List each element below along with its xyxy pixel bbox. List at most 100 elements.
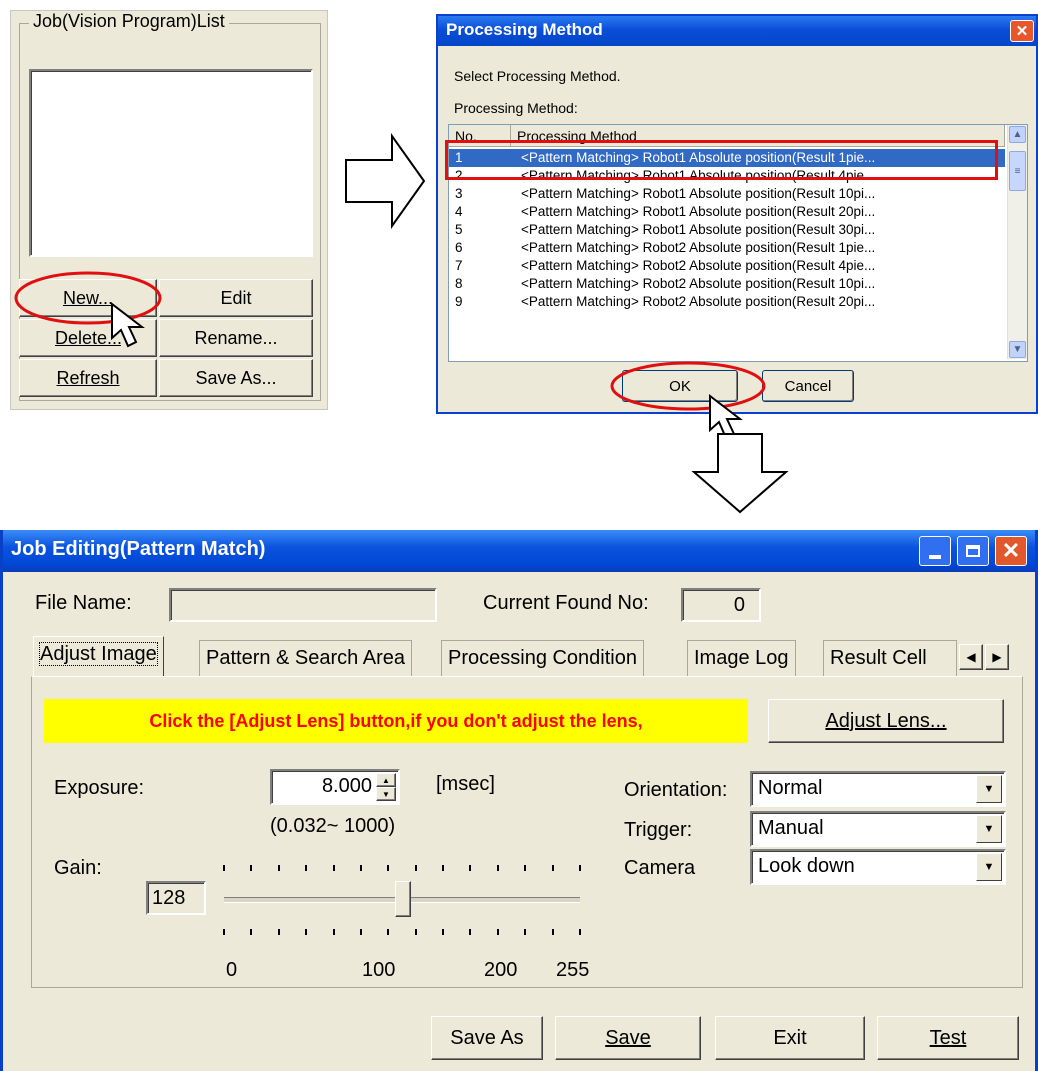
dropdown-arrow-icon[interactable]: ▼: [976, 775, 1002, 803]
spin-down-icon[interactable]: ▼: [376, 787, 396, 801]
slider-tick-bottom-13: [579, 929, 581, 935]
scroll-down-icon[interactable]: ▼: [1009, 341, 1026, 358]
list-label: Processing Method:: [454, 100, 578, 116]
exposure-range: (0.032~ 1000): [270, 815, 396, 837]
refresh-button[interactable]: Refresh: [19, 359, 157, 397]
slider-tick-top-10: [496, 865, 499, 871]
job-list-panel: Job(Vision Program)List New... Edit Dele…: [10, 10, 328, 410]
orientation-label: Orientation:: [624, 779, 728, 801]
edit-button[interactable]: Edit: [159, 279, 313, 317]
current-found-label: Current Found No:: [483, 592, 649, 614]
dropdown-arrow-icon[interactable]: ▼: [976, 853, 1002, 881]
list-row-7[interactable]: 7 <Pattern Matching> Robot2 Absolute posi…: [449, 257, 1005, 275]
slider-tick-top-0: [223, 865, 225, 871]
file-name-field[interactable]: [169, 588, 437, 622]
tab-scroll-right-icon[interactable]: ▶: [985, 644, 1009, 670]
slider-tick-bottom-10: [496, 929, 499, 935]
highlight-box-row-1: [445, 140, 998, 180]
slider-tick-bottom-12: [551, 929, 554, 935]
trigger-dropdown[interactable]: Manual ▼: [750, 811, 1006, 847]
slider-tick-top-9: [469, 865, 472, 871]
slider-tick-top-3: [305, 865, 308, 871]
slider-tick-top-6: [387, 865, 390, 871]
orientation-dropdown[interactable]: Normal ▼: [750, 771, 1006, 807]
processing-method-dialog: Processing Method ✕ Select Processing Me…: [436, 14, 1038, 414]
tab-image-log[interactable]: Image Log: [687, 640, 796, 676]
slider-tick-bottom-4: [332, 929, 335, 935]
gain-slider[interactable]: [218, 859, 588, 949]
list-row-5[interactable]: 5 <Pattern Matching> Robot1 Absolute posi…: [449, 221, 1005, 239]
scale-label-200: 200: [484, 959, 518, 981]
gain-label: Gain:: [54, 857, 102, 879]
exposure-label: Exposure:: [54, 777, 145, 799]
slider-tick-top-1: [250, 865, 253, 871]
slider-tick-bottom-2: [277, 929, 280, 935]
list-row-4[interactable]: 4 <Pattern Matching> Robot1 Absolute posi…: [449, 203, 1005, 221]
pointer-cursor-icon: [111, 301, 145, 348]
right-arrow-icon: [345, 132, 426, 230]
list-row-3[interactable]: 3 <Pattern Matching> Robot1 Absolute posi…: [449, 185, 1005, 203]
slider-tick-top-7: [414, 865, 417, 871]
list-row-6[interactable]: 6 <Pattern Matching> Robot2 Absolute posi…: [449, 239, 1005, 257]
scale-label-255: 255: [556, 959, 590, 981]
tab-adjust-image[interactable]: Adjust Image: [33, 636, 164, 676]
tab-processing-condition[interactable]: Processing Condition: [441, 640, 644, 676]
job-listbox[interactable]: [29, 69, 313, 257]
test-button[interactable]: Test: [877, 1016, 1019, 1060]
scale-label-100: 100: [362, 959, 396, 981]
tab-result-cell[interactable]: Result Cell: [823, 640, 957, 676]
scroll-up-icon[interactable]: ▲: [1009, 126, 1026, 143]
listview-scrollbar[interactable]: ▲ ≡ ▼: [1007, 125, 1027, 359]
slider-tick-bottom-1: [250, 929, 253, 935]
save-as-button[interactable]: Save As: [431, 1016, 543, 1060]
adjust-image-panel: Click the [Adjust Lens] button,if you do…: [31, 676, 1023, 988]
slider-tick-top-2: [277, 865, 280, 871]
close-icon[interactable]: ✕: [1010, 20, 1034, 42]
file-name-label: File Name:: [35, 592, 132, 614]
close-icon[interactable]: ✕: [995, 536, 1027, 566]
list-row-9[interactable]: 9 <Pattern Matching> Robot2 Absolute posi…: [449, 293, 1005, 311]
spin-up-icon[interactable]: ▲: [376, 773, 396, 787]
dialog-title: Processing Method: [446, 20, 603, 39]
slider-tick-bottom-8: [442, 929, 445, 935]
scroll-thumb[interactable]: ≡: [1009, 151, 1026, 191]
window-title: Job Editing(Pattern Match): [11, 538, 266, 560]
job-editing-window: Job Editing(Pattern Match) ✕ File Name: …: [0, 530, 1038, 1071]
tab-scroll-left-icon[interactable]: ◀: [959, 644, 983, 670]
maximize-icon[interactable]: [957, 536, 989, 566]
dropdown-arrow-icon[interactable]: ▼: [976, 815, 1002, 843]
down-arrow-icon: [691, 433, 789, 514]
camera-label: Camera: [624, 857, 696, 879]
slider-tick-bottom-11: [524, 929, 527, 935]
slider-tick-bottom-5: [359, 929, 362, 935]
slider-tick-top-11: [524, 865, 527, 871]
slider-tick-bottom-6: [387, 929, 390, 935]
current-found-field: 0: [681, 588, 761, 622]
instruction-text: Select Processing Method.: [454, 68, 621, 84]
minimize-icon[interactable]: [919, 536, 951, 566]
slider-tick-top-8: [442, 865, 445, 871]
list-row-8[interactable]: 8 <Pattern Matching> Robot2 Absolute posi…: [449, 275, 1005, 293]
save-as-list-button[interactable]: Save As...: [159, 359, 313, 397]
gain-value-field: 128: [146, 881, 206, 915]
trigger-label: Trigger:: [624, 819, 693, 841]
slider-tick-top-13: [579, 865, 581, 871]
exposure-input[interactable]: 8.000 ▲ ▼: [270, 769, 400, 805]
save-button[interactable]: Save: [555, 1016, 701, 1060]
slider-tick-bottom-3: [305, 929, 308, 935]
slider-tick-bottom-0: [223, 929, 225, 935]
slider-thumb[interactable]: [394, 881, 411, 917]
adjust-lens-button[interactable]: Adjust Lens...: [768, 699, 1004, 743]
cancel-button[interactable]: Cancel: [762, 370, 854, 402]
camera-dropdown[interactable]: Look down ▼: [750, 849, 1006, 885]
exit-button[interactable]: Exit: [715, 1016, 865, 1060]
slider-tick-top-5: [359, 865, 362, 871]
window-titlebar: Job Editing(Pattern Match) ✕: [3, 530, 1035, 572]
dialog-titlebar: Processing Method ✕: [438, 16, 1036, 46]
tab-pattern-search-area[interactable]: Pattern & Search Area: [199, 640, 413, 676]
rename-button[interactable]: Rename...: [159, 319, 313, 357]
slider-tick-top-12: [551, 865, 554, 871]
slider-tick-bottom-9: [469, 929, 472, 935]
job-list-title: Job(Vision Program)List: [29, 11, 229, 32]
warning-banner: Click the [Adjust Lens] button,if you do…: [44, 699, 748, 743]
